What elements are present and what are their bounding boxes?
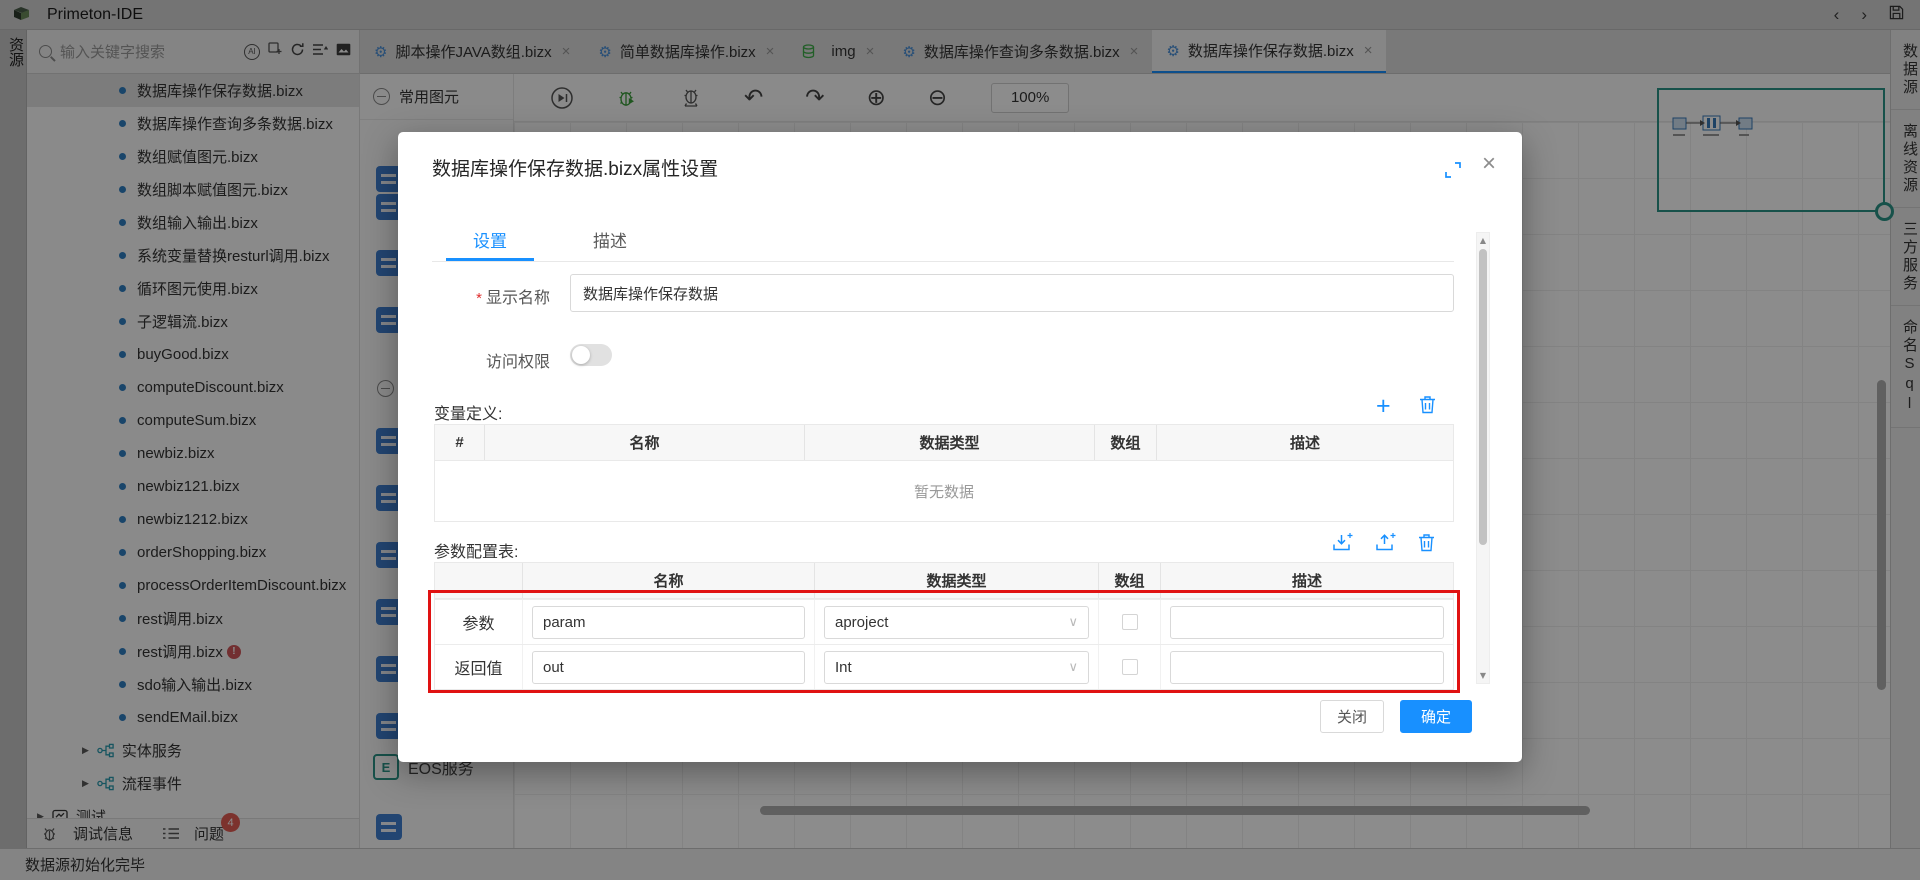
variables-table: #名称数据类型数组描述 暂无数据 — [434, 424, 1454, 522]
params-table-body: 参数 param aproject ∨ 返回值 out Int ∨ — [435, 599, 1453, 689]
params-table-header: 名称数据类型数组描述 — [435, 563, 1453, 599]
properties-dialog: 数据库操作保存数据.bizx属性设置 × 设置描述 *显示名称 数据库操作保存数… — [398, 132, 1522, 762]
param-type-select[interactable]: Int ∨ — [824, 651, 1089, 684]
column-header: 描述 — [1157, 425, 1453, 460]
param-name-cell: param — [523, 600, 815, 644]
display-name-input[interactable]: 数据库操作保存数据 — [570, 274, 1454, 312]
param-array-cell — [1099, 645, 1161, 689]
param-name-input[interactable]: out — [532, 651, 805, 684]
variables-table-header: #名称数据类型数组描述 — [435, 425, 1453, 461]
chevron-down-icon: ∨ — [1068, 615, 1078, 630]
variables-actions: + — [1376, 394, 1436, 419]
param-row-label: 返回值 — [435, 645, 523, 689]
scroll-down-icon[interactable]: ▼ — [1477, 671, 1489, 680]
params-table: 名称数据类型数组描述 参数 param aproject ∨ 返回值 out Int ∨ — [434, 562, 1454, 690]
scroll-up-icon[interactable]: ▲ — [1477, 236, 1489, 245]
dialog-tabs: 设置描述 — [432, 220, 1454, 262]
expand-icon[interactable] — [1444, 161, 1462, 179]
dialog-title: 数据库操作保存数据.bizx属性设置 — [432, 154, 718, 181]
access-toggle[interactable] — [570, 344, 612, 366]
param-row-label: 参数 — [435, 600, 523, 644]
access-label: 访问权限 — [398, 348, 550, 372]
param-name-input[interactable]: param — [532, 606, 805, 639]
param-array-cell — [1099, 600, 1161, 644]
param-desc-cell — [1161, 600, 1453, 644]
column-header: 数组 — [1095, 425, 1157, 460]
param-type-value: aproject — [835, 614, 888, 631]
dialog-tab-设置[interactable]: 设置 — [446, 220, 534, 261]
array-checkbox[interactable] — [1122, 614, 1138, 630]
column-header: 描述 — [1161, 563, 1453, 598]
param-type-cell: Int ∨ — [815, 645, 1099, 689]
param-name-cell: out — [523, 645, 815, 689]
display-name-label: *显示名称 — [398, 284, 550, 308]
delete-params-icon[interactable] — [1418, 533, 1435, 557]
import-params-icon[interactable] — [1332, 532, 1353, 557]
dialog-tab-描述[interactable]: 描述 — [566, 220, 654, 261]
chevron-down-icon: ∨ — [1068, 660, 1078, 675]
array-checkbox[interactable] — [1122, 659, 1138, 675]
column-header: 数组 — [1099, 563, 1161, 598]
param-desc-cell — [1161, 645, 1453, 689]
column-header: 名称 — [523, 563, 815, 598]
scrollbar-thumb[interactable] — [1479, 249, 1487, 545]
variables-section-label: 变量定义: — [434, 400, 502, 424]
param-row: 参数 param aproject ∨ — [435, 599, 1453, 644]
param-type-value: Int — [835, 659, 852, 676]
dialog-scrollbar[interactable]: ▲ ▼ — [1476, 232, 1490, 684]
param-row: 返回值 out Int ∨ — [435, 644, 1453, 689]
column-header: 名称 — [485, 425, 805, 460]
export-params-icon[interactable] — [1375, 532, 1396, 557]
close-icon[interactable]: × — [1482, 152, 1496, 176]
column-header — [435, 563, 523, 598]
column-header: # — [435, 425, 485, 460]
close-button[interactable]: 关闭 — [1320, 700, 1384, 733]
param-type-cell: aproject ∨ — [815, 600, 1099, 644]
column-header: 数据类型 — [805, 425, 1095, 460]
required-asterisk: * — [476, 290, 482, 307]
delete-variable-icon[interactable] — [1419, 395, 1436, 419]
param-desc-input[interactable] — [1170, 606, 1444, 639]
param-type-select[interactable]: aproject ∨ — [824, 606, 1089, 639]
column-header: 数据类型 — [815, 563, 1099, 598]
app-window: Primeton-IDE ‹ › 资源 输入关键字搜索 AI ⚙脚本操作JAVA… — [0, 0, 1920, 880]
add-variable-icon[interactable]: + — [1376, 394, 1391, 419]
params-actions — [1332, 532, 1435, 557]
variables-empty-text: 暂无数据 — [435, 461, 1453, 521]
param-desc-input[interactable] — [1170, 651, 1444, 684]
params-section-label: 参数配置表: — [434, 538, 518, 562]
ok-button[interactable]: 确定 — [1400, 700, 1472, 733]
